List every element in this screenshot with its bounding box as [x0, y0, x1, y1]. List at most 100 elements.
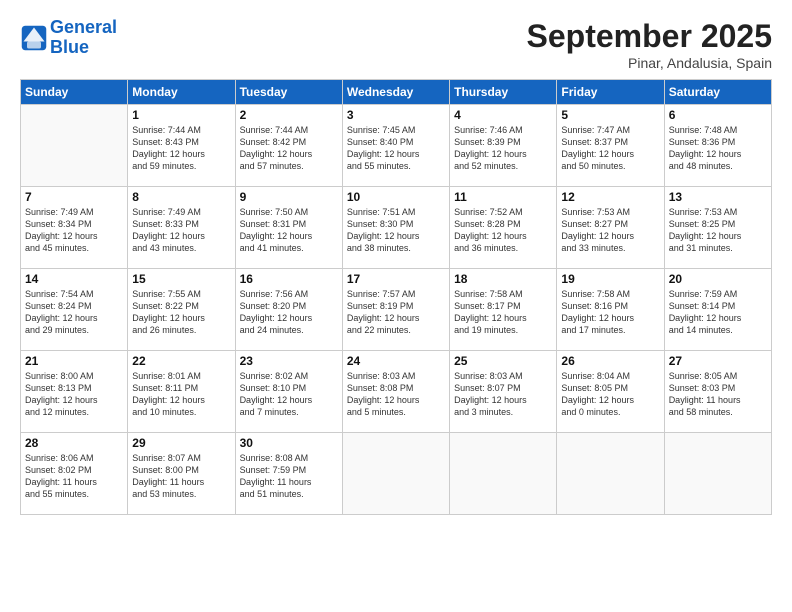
- day-number: 15: [132, 272, 230, 286]
- day-info: Sunrise: 7:50 AM Sunset: 8:31 PM Dayligh…: [240, 206, 338, 255]
- title-block: September 2025 Pinar, Andalusia, Spain: [527, 18, 772, 71]
- day-number: 17: [347, 272, 445, 286]
- day-number: 11: [454, 190, 552, 204]
- day-info: Sunrise: 7:58 AM Sunset: 8:16 PM Dayligh…: [561, 288, 659, 337]
- day-info: Sunrise: 7:56 AM Sunset: 8:20 PM Dayligh…: [240, 288, 338, 337]
- calendar-cell: 10 Sunrise: 7:51 AM Sunset: 8:30 PM Dayli…: [342, 187, 449, 269]
- day-number: 12: [561, 190, 659, 204]
- calendar-cell: 23 Sunrise: 8:02 AM Sunset: 8:10 PM Dayli…: [235, 351, 342, 433]
- day-number: 23: [240, 354, 338, 368]
- calendar-header-row: SundayMondayTuesdayWednesdayThursdayFrid…: [21, 80, 772, 105]
- day-info: Sunrise: 8:03 AM Sunset: 8:08 PM Dayligh…: [347, 370, 445, 419]
- calendar-cell: 2 Sunrise: 7:44 AM Sunset: 8:42 PM Daylig…: [235, 105, 342, 187]
- calendar-cell: [664, 433, 771, 515]
- calendar-cell: 3Sunrise: 7:45 AM Sunset: 8:40 PM Daylig…: [342, 105, 449, 187]
- logo-line2: Blue: [50, 37, 89, 57]
- day-number: 14: [25, 272, 123, 286]
- calendar-cell: 12Sunrise: 7:53 AM Sunset: 8:27 PM Dayli…: [557, 187, 664, 269]
- calendar-cell: [342, 433, 449, 515]
- day-info: Sunrise: 8:04 AM Sunset: 8:05 PM Dayligh…: [561, 370, 659, 419]
- calendar-table: SundayMondayTuesdayWednesdayThursdayFrid…: [20, 79, 772, 515]
- weekday-header: Thursday: [450, 80, 557, 105]
- calendar-cell: 29 Sunrise: 8:07 AM Sunset: 8:00 PM Dayli…: [128, 433, 235, 515]
- calendar-cell: 21 Sunrise: 8:00 AM Sunset: 8:13 PM Dayli…: [21, 351, 128, 433]
- calendar-cell: 8 Sunrise: 7:49 AM Sunset: 8:33 PM Daylig…: [128, 187, 235, 269]
- day-info: Sunrise: 8:05 AM Sunset: 8:03 PM Dayligh…: [669, 370, 767, 419]
- day-info: Sunrise: 8:02 AM Sunset: 8:10 PM Dayligh…: [240, 370, 338, 419]
- day-info: Sunrise: 7:46 AM Sunset: 8:39 PM Dayligh…: [454, 124, 552, 173]
- calendar-cell: [557, 433, 664, 515]
- day-number: 27: [669, 354, 767, 368]
- weekday-header: Saturday: [664, 80, 771, 105]
- logo-line1: General: [50, 17, 117, 37]
- calendar-week-row: 21 Sunrise: 8:00 AM Sunset: 8:13 PM Dayli…: [21, 351, 772, 433]
- day-number: 6: [669, 108, 767, 122]
- day-number: 5: [561, 108, 659, 122]
- calendar-cell: 22 Sunrise: 8:01 AM Sunset: 8:11 PM Dayli…: [128, 351, 235, 433]
- calendar-week-row: 14 Sunrise: 7:54 AM Sunset: 8:24 PM Dayli…: [21, 269, 772, 351]
- day-info: Sunrise: 8:08 AM Sunset: 7:59 PM Dayligh…: [240, 452, 338, 501]
- day-number: 16: [240, 272, 338, 286]
- calendar-cell: 13Sunrise: 7:53 AM Sunset: 8:25 PM Dayli…: [664, 187, 771, 269]
- day-info: Sunrise: 7:51 AM Sunset: 8:30 PM Dayligh…: [347, 206, 445, 255]
- day-number: 10: [347, 190, 445, 204]
- day-info: Sunrise: 7:45 AM Sunset: 8:40 PM Dayligh…: [347, 124, 445, 173]
- calendar-cell: 19Sunrise: 7:58 AM Sunset: 8:16 PM Dayli…: [557, 269, 664, 351]
- calendar-cell: 14 Sunrise: 7:54 AM Sunset: 8:24 PM Dayli…: [21, 269, 128, 351]
- calendar-cell: 5 Sunrise: 7:47 AM Sunset: 8:37 PM Daylig…: [557, 105, 664, 187]
- day-number: 25: [454, 354, 552, 368]
- day-number: 2: [240, 108, 338, 122]
- day-number: 1: [132, 108, 230, 122]
- day-number: 28: [25, 436, 123, 450]
- weekday-header: Tuesday: [235, 80, 342, 105]
- calendar-cell: 15 Sunrise: 7:55 AM Sunset: 8:22 PM Dayli…: [128, 269, 235, 351]
- calendar-body: 1 Sunrise: 7:44 AM Sunset: 8:43 PM Daylig…: [21, 105, 772, 515]
- day-info: Sunrise: 7:59 AM Sunset: 8:14 PM Dayligh…: [669, 288, 767, 337]
- calendar-week-row: 28 Sunrise: 8:06 AM Sunset: 8:02 PM Dayli…: [21, 433, 772, 515]
- day-info: Sunrise: 8:06 AM Sunset: 8:02 PM Dayligh…: [25, 452, 123, 501]
- day-number: 21: [25, 354, 123, 368]
- calendar-cell: 17Sunrise: 7:57 AM Sunset: 8:19 PM Dayli…: [342, 269, 449, 351]
- day-info: Sunrise: 7:44 AM Sunset: 8:42 PM Dayligh…: [240, 124, 338, 173]
- day-info: Sunrise: 8:01 AM Sunset: 8:11 PM Dayligh…: [132, 370, 230, 419]
- calendar-cell: 28 Sunrise: 8:06 AM Sunset: 8:02 PM Dayli…: [21, 433, 128, 515]
- day-number: 26: [561, 354, 659, 368]
- day-number: 30: [240, 436, 338, 450]
- day-number: 29: [132, 436, 230, 450]
- calendar-cell: 20 Sunrise: 7:59 AM Sunset: 8:14 PM Dayli…: [664, 269, 771, 351]
- calendar-cell: 25Sunrise: 8:03 AM Sunset: 8:07 PM Dayli…: [450, 351, 557, 433]
- day-number: 22: [132, 354, 230, 368]
- day-number: 20: [669, 272, 767, 286]
- calendar-cell: 4 Sunrise: 7:46 AM Sunset: 8:39 PM Daylig…: [450, 105, 557, 187]
- day-number: 7: [25, 190, 123, 204]
- day-info: Sunrise: 7:54 AM Sunset: 8:24 PM Dayligh…: [25, 288, 123, 337]
- page: General Blue September 2025 Pinar, Andal…: [0, 0, 792, 612]
- day-info: Sunrise: 8:00 AM Sunset: 8:13 PM Dayligh…: [25, 370, 123, 419]
- day-number: 9: [240, 190, 338, 204]
- day-info: Sunrise: 7:49 AM Sunset: 8:33 PM Dayligh…: [132, 206, 230, 255]
- weekday-header: Wednesday: [342, 80, 449, 105]
- weekday-header: Friday: [557, 80, 664, 105]
- day-info: Sunrise: 7:53 AM Sunset: 8:25 PM Dayligh…: [669, 206, 767, 255]
- calendar-cell: 7Sunrise: 7:49 AM Sunset: 8:34 PM Daylig…: [21, 187, 128, 269]
- day-info: Sunrise: 7:55 AM Sunset: 8:22 PM Dayligh…: [132, 288, 230, 337]
- location-subtitle: Pinar, Andalusia, Spain: [527, 55, 772, 71]
- calendar-week-row: 1 Sunrise: 7:44 AM Sunset: 8:43 PM Daylig…: [21, 105, 772, 187]
- calendar-week-row: 7Sunrise: 7:49 AM Sunset: 8:34 PM Daylig…: [21, 187, 772, 269]
- logo: General Blue: [20, 18, 117, 58]
- calendar-cell: [21, 105, 128, 187]
- logo-icon: [20, 24, 48, 52]
- day-info: Sunrise: 7:44 AM Sunset: 8:43 PM Dayligh…: [132, 124, 230, 173]
- calendar-cell: 26 Sunrise: 8:04 AM Sunset: 8:05 PM Dayli…: [557, 351, 664, 433]
- header: General Blue September 2025 Pinar, Andal…: [20, 18, 772, 71]
- calendar-cell: 24 Sunrise: 8:03 AM Sunset: 8:08 PM Dayli…: [342, 351, 449, 433]
- day-info: Sunrise: 8:07 AM Sunset: 8:00 PM Dayligh…: [132, 452, 230, 501]
- day-number: 8: [132, 190, 230, 204]
- month-title: September 2025: [527, 18, 772, 55]
- day-info: Sunrise: 7:47 AM Sunset: 8:37 PM Dayligh…: [561, 124, 659, 173]
- day-info: Sunrise: 7:58 AM Sunset: 8:17 PM Dayligh…: [454, 288, 552, 337]
- day-number: 18: [454, 272, 552, 286]
- day-number: 4: [454, 108, 552, 122]
- weekday-header: Monday: [128, 80, 235, 105]
- day-number: 24: [347, 354, 445, 368]
